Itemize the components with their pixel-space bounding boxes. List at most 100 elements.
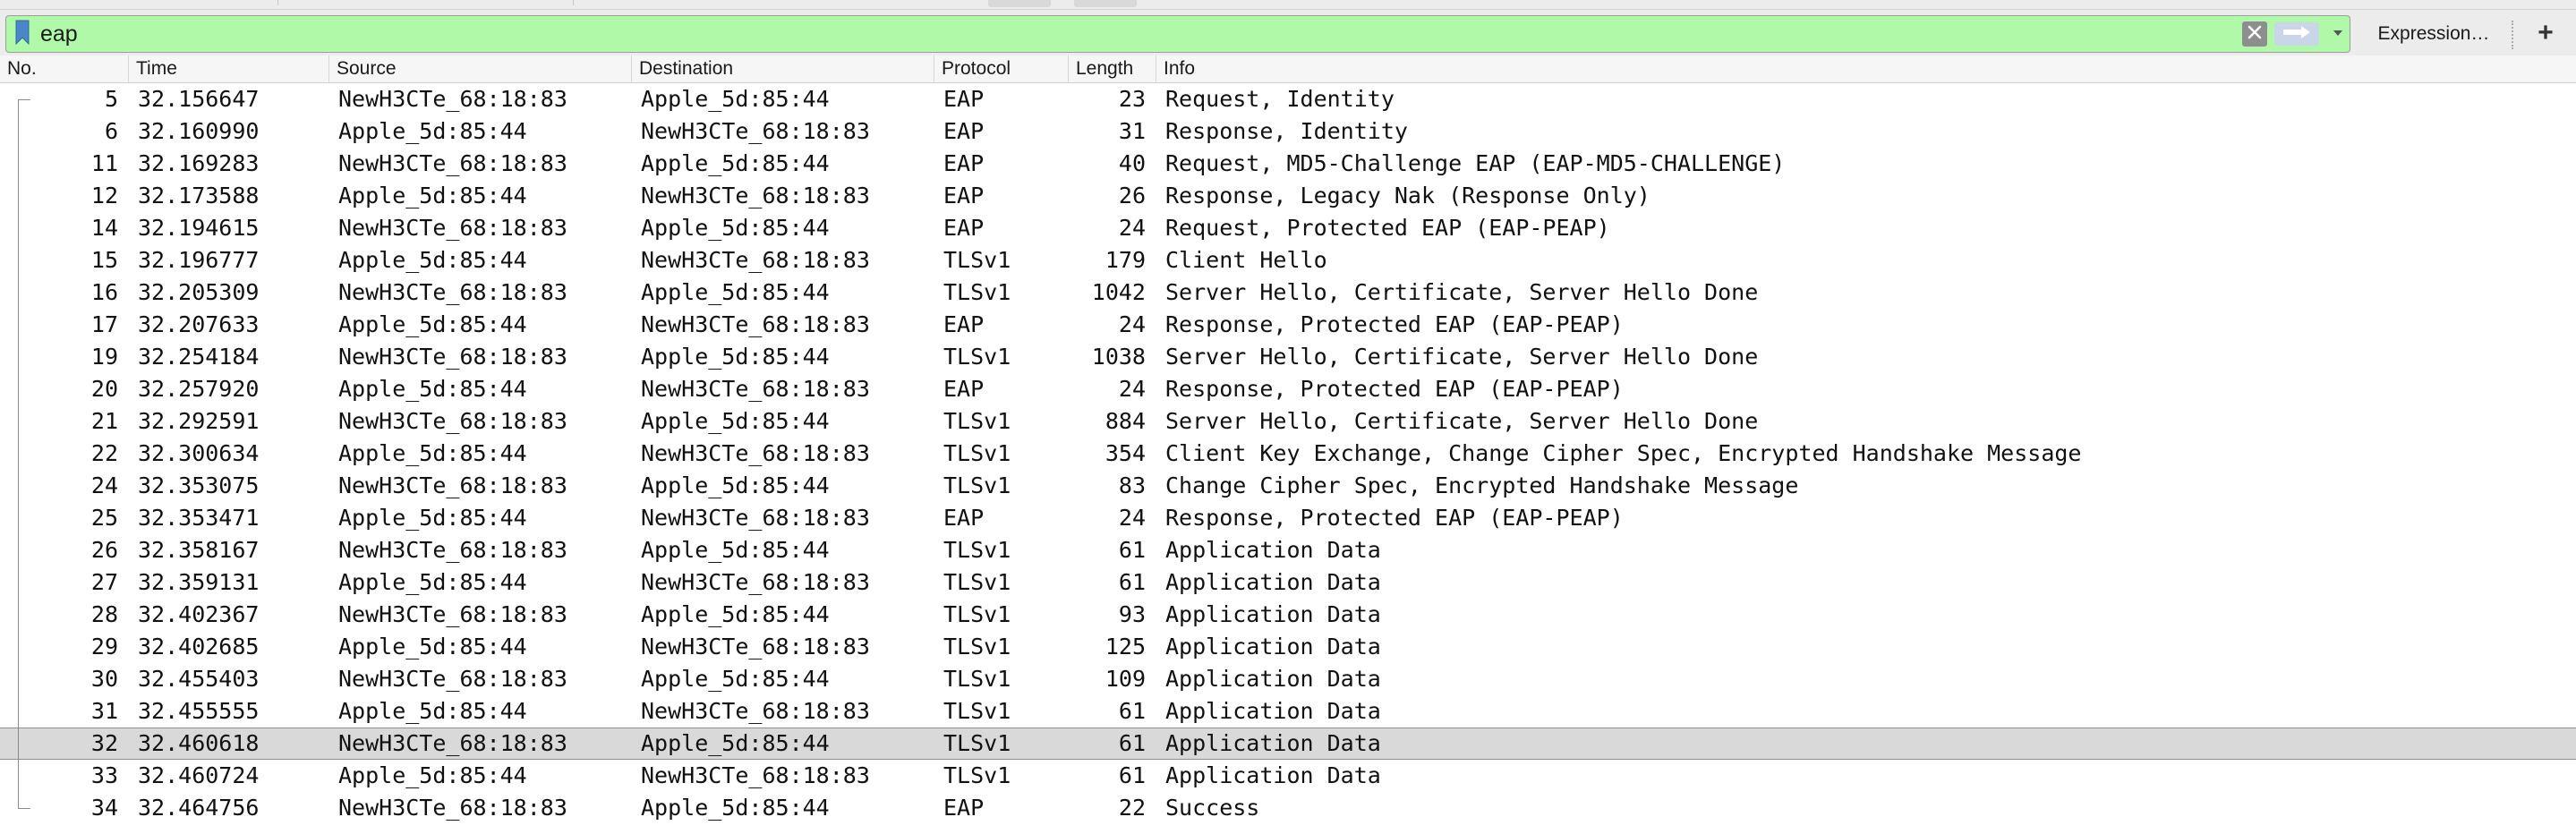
packet-info: Success <box>1165 795 1260 821</box>
packet-length: 61 <box>1118 698 1146 724</box>
packet-length: 61 <box>1118 730 1146 756</box>
packet-destination: NewH3CTe_68:18:83 <box>641 311 870 337</box>
add-filter-button[interactable]: + <box>2529 19 2562 49</box>
packet-protocol: TLSv1 <box>943 634 1011 660</box>
column-header-info[interactable]: Info <box>1156 55 2576 82</box>
packet-protocol: EAP <box>943 183 985 208</box>
packet-info: Application Data <box>1165 569 1381 595</box>
toolbar-button-edge[interactable] <box>988 0 1051 7</box>
packet-time: 32.460618 <box>138 730 260 756</box>
column-header-destination[interactable]: Destination <box>632 55 934 82</box>
conversation-bracket-end <box>18 808 30 809</box>
packet-row[interactable]: 31 32.455555 Apple_5d:85:44 NewH3CTe_68:18:… <box>0 695 2576 728</box>
packet-row[interactable]: 22 32.300634 Apple_5d:85:44 NewH3CTe_68:18:… <box>0 438 2576 470</box>
packet-row[interactable]: 14 32.194615 NewH3CTe_68:18:83 Apple_5d:85:… <box>0 212 2576 244</box>
column-header-no[interactable]: No. <box>0 55 129 82</box>
packet-info: Request, Identity <box>1165 86 1395 112</box>
filter-bookmark-button[interactable] <box>10 20 35 48</box>
packet-time: 32.160990 <box>138 118 260 144</box>
packet-time: 32.207633 <box>138 311 260 337</box>
packet-row[interactable]: 32 32.460618 NewH3CTe_68:18:83 Apple_5d:85:… <box>0 728 2576 760</box>
packet-row[interactable]: 17 32.207633 Apple_5d:85:44 NewH3CTe_68:18:… <box>0 309 2576 341</box>
packet-row[interactable]: 25 32.353471 Apple_5d:85:44 NewH3CTe_68:18:… <box>0 502 2576 534</box>
packet-source: NewH3CTe_68:18:83 <box>338 472 567 498</box>
packet-destination: NewH3CTe_68:18:83 <box>641 247 870 273</box>
packet-number: 29 <box>90 634 118 660</box>
packet-row[interactable]: 5 32.156647 NewH3CTe_68:18:83 Apple_5d:85:4… <box>0 83 2576 115</box>
packet-row[interactable]: 27 32.359131 Apple_5d:85:44 NewH3CTe_68:18:… <box>0 566 2576 599</box>
chevron-down-icon <box>2332 26 2344 42</box>
packet-row[interactable]: 11 32.169283 NewH3CTe_68:18:83 Apple_5d:85:… <box>0 148 2576 180</box>
packet-number: 14 <box>90 215 118 241</box>
packet-time: 32.455403 <box>138 666 260 692</box>
packet-length: 884 <box>1105 408 1146 434</box>
packet-info: Response, Protected EAP (EAP-PEAP) <box>1165 505 1624 531</box>
apply-filter-button[interactable] <box>2274 22 2319 46</box>
packet-row[interactable]: 28 32.402367 NewH3CTe_68:18:83 Apple_5d:85:… <box>0 599 2576 631</box>
packet-destination: Apple_5d:85:44 <box>641 215 830 241</box>
packet-destination: Apple_5d:85:44 <box>641 730 830 756</box>
packet-row[interactable]: 30 32.455403 NewH3CTe_68:18:83 Apple_5d:85:… <box>0 663 2576 695</box>
packet-list[interactable]: 5 32.156647 NewH3CTe_68:18:83 Apple_5d:85:4… <box>0 83 2576 824</box>
packet-protocol: EAP <box>943 376 985 402</box>
packet-row[interactable]: 24 32.353075 NewH3CTe_68:18:83 Apple_5d:85:… <box>0 470 2576 502</box>
packet-destination: Apple_5d:85:44 <box>641 344 830 370</box>
packet-source: NewH3CTe_68:18:83 <box>338 601 567 627</box>
packet-number: 21 <box>90 408 118 434</box>
packet-protocol: EAP <box>943 795 985 821</box>
packet-number: 12 <box>90 183 118 208</box>
display-filter-bar: Expression… + <box>0 10 2576 61</box>
clear-filter-button[interactable] <box>2242 21 2267 47</box>
packet-row[interactable]: 34 32.464756 NewH3CTe_68:18:83 Apple_5d:85:… <box>0 792 2576 824</box>
packet-row[interactable]: 6 32.160990 Apple_5d:85:44 NewH3CTe_68:18:8… <box>0 115 2576 148</box>
packet-protocol: TLSv1 <box>943 762 1011 788</box>
packet-info: Server Hello, Certificate, Server Hello … <box>1165 344 1759 370</box>
packet-length: 109 <box>1105 666 1146 692</box>
packet-length: 93 <box>1118 601 1146 627</box>
expression-button[interactable]: Expression… <box>2367 19 2501 49</box>
packet-info: Application Data <box>1165 601 1381 627</box>
packet-length: 24 <box>1118 215 1146 241</box>
packet-number: 17 <box>90 311 118 337</box>
apply-arrow-icon <box>2282 25 2312 44</box>
packet-length: 83 <box>1118 472 1146 498</box>
packet-row[interactable]: 33 32.460724 Apple_5d:85:44 NewH3CTe_68:18:… <box>0 760 2576 792</box>
packet-destination: NewH3CTe_68:18:83 <box>641 505 870 531</box>
packet-source: NewH3CTe_68:18:83 <box>338 150 567 176</box>
packet-source: Apple_5d:85:44 <box>338 440 527 466</box>
packet-destination: NewH3CTe_68:18:83 <box>641 183 870 208</box>
packet-row[interactable]: 26 32.358167 NewH3CTe_68:18:83 Apple_5d:85:… <box>0 534 2576 566</box>
packet-row[interactable]: 12 32.173588 Apple_5d:85:44 NewH3CTe_68:18:… <box>0 180 2576 212</box>
packet-time: 32.156647 <box>138 86 260 112</box>
packet-row[interactable]: 19 32.254184 NewH3CTe_68:18:83 Apple_5d:85:… <box>0 341 2576 373</box>
packet-protocol: EAP <box>943 311 985 337</box>
packet-source: NewH3CTe_68:18:83 <box>338 215 567 241</box>
packet-protocol: TLSv1 <box>943 247 1011 273</box>
filter-history-dropdown[interactable] <box>2328 23 2348 45</box>
packet-length: 61 <box>1118 537 1146 563</box>
packet-row[interactable]: 29 32.402685 Apple_5d:85:44 NewH3CTe_68:18:… <box>0 631 2576 663</box>
packet-row[interactable]: 21 32.292591 NewH3CTe_68:18:83 Apple_5d:85:… <box>0 405 2576 438</box>
packet-row[interactable]: 20 32.257920 Apple_5d:85:44 NewH3CTe_68:18:… <box>0 373 2576 405</box>
conversation-bracket-line <box>18 99 19 808</box>
packet-source: NewH3CTe_68:18:83 <box>338 344 567 370</box>
column-header-time[interactable]: Time <box>129 55 329 82</box>
packet-time: 32.300634 <box>138 440 260 466</box>
toolbar-button-edge[interactable] <box>1074 0 1137 7</box>
packet-list-header: No. Time Source Destination Protocol Len… <box>0 55 2576 83</box>
packet-destination: Apple_5d:85:44 <box>641 150 830 176</box>
packet-number: 31 <box>90 698 118 724</box>
packet-length: 24 <box>1118 376 1146 402</box>
packet-time: 32.402685 <box>138 634 260 660</box>
packet-length: 31 <box>1118 118 1146 144</box>
packet-time: 32.169283 <box>138 150 260 176</box>
column-header-protocol[interactable]: Protocol <box>934 55 1069 82</box>
packet-number: 27 <box>90 569 118 595</box>
column-header-source[interactable]: Source <box>329 55 632 82</box>
display-filter-input[interactable] <box>40 18 2233 50</box>
column-header-length[interactable]: Length <box>1069 55 1156 82</box>
packet-time: 32.205309 <box>138 279 260 305</box>
packet-info: Response, Identity <box>1165 118 1408 144</box>
packet-row[interactable]: 15 32.196777 Apple_5d:85:44 NewH3CTe_68:18:… <box>0 244 2576 277</box>
packet-row[interactable]: 16 32.205309 NewH3CTe_68:18:83 Apple_5d:85:… <box>0 277 2576 309</box>
